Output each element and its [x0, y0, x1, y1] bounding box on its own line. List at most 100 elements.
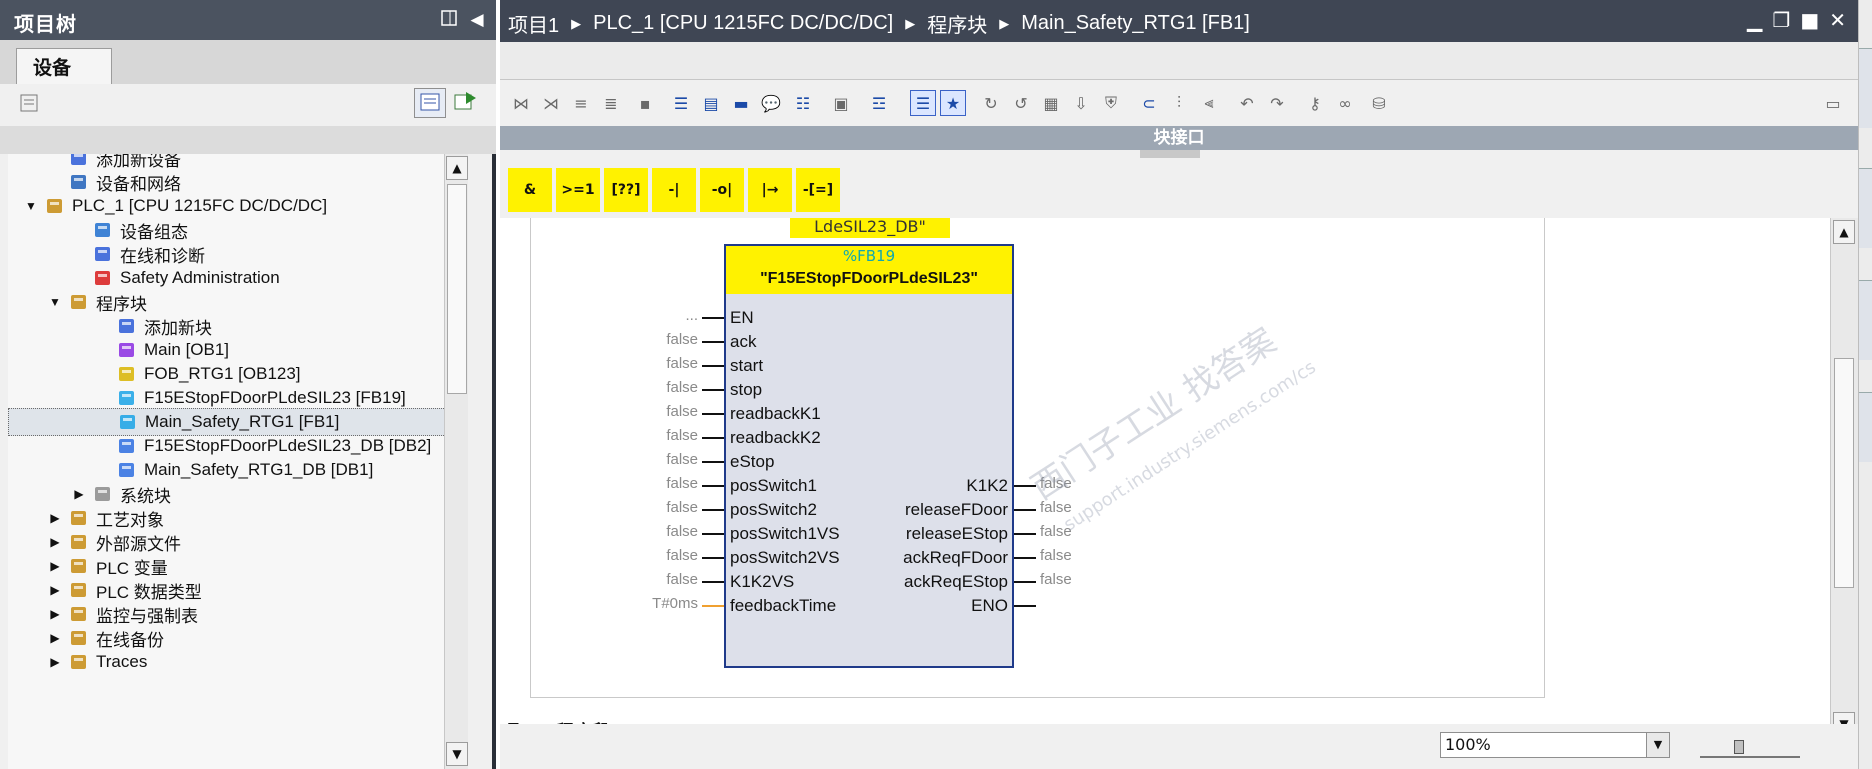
contact-button[interactable]: -|: [652, 168, 696, 212]
canvas-scroll-up[interactable]: ▲: [1833, 220, 1855, 244]
interface-splitter[interactable]: [1140, 150, 1200, 158]
close-network-icon[interactable]: ▬: [728, 90, 754, 116]
redo-icon[interactable]: ↷: [1264, 90, 1290, 116]
task-card-tab-tasks[interactable]: [1859, 280, 1872, 360]
tab-devices[interactable]: 设备: [16, 48, 112, 84]
input-value[interactable]: T#0ms: [608, 592, 698, 616]
collapsed-arrow-icon[interactable]: ▶: [48, 559, 62, 573]
database-icon[interactable]: ⛁: [1366, 90, 1392, 116]
expanded-arrow-icon[interactable]: ▼: [48, 295, 62, 309]
block-name[interactable]: "F15EStopFDoorPLdeSIL23": [726, 266, 1012, 292]
breadcrumb-item[interactable]: 项目1: [508, 9, 559, 38]
branch-button[interactable]: |→: [748, 168, 792, 212]
layout-icon[interactable]: ▭: [1820, 90, 1846, 116]
instance-db-name[interactable]: LdeSIL23_DB": [790, 218, 950, 238]
step-over-icon[interactable]: ⫷: [1196, 90, 1222, 116]
zoom-select[interactable]: 100% ▼: [1440, 732, 1670, 758]
negated-contact-button[interactable]: -o|: [700, 168, 744, 212]
output-wire: [1014, 509, 1036, 511]
input-value[interactable]: false: [608, 400, 698, 424]
or-box-button[interactable]: >=1: [556, 168, 600, 212]
input-pin: K1K2VS: [730, 572, 795, 591]
modify-icon[interactable]: ↺: [1008, 90, 1034, 116]
restore-icon[interactable]: ❐: [1772, 8, 1790, 32]
table-view-icon[interactable]: [414, 88, 446, 118]
and-box-button[interactable]: &: [508, 168, 552, 212]
absolute-operands-icon[interactable]: ☷: [790, 90, 816, 116]
insert-network-icon[interactable]: ⋈: [508, 90, 534, 116]
scroll-thumb[interactable]: [447, 184, 467, 394]
output-value[interactable]: false: [1040, 544, 1072, 568]
block-interface-bar[interactable]: 块接口: [500, 126, 1858, 150]
collapsed-arrow-icon[interactable]: ▶: [48, 511, 62, 525]
favorites-star-icon[interactable]: ★: [940, 90, 966, 116]
scroll-down-button[interactable]: ▼: [446, 742, 468, 766]
glasses-icon[interactable]: ∞: [1332, 90, 1358, 116]
scroll-up-button[interactable]: ▲: [446, 156, 468, 180]
tag-info-icon[interactable]: ▣: [828, 90, 854, 116]
input-value[interactable]: false: [608, 568, 698, 592]
insert-row-icon[interactable]: ≡: [568, 90, 594, 116]
open-network-icon[interactable]: ▤: [698, 90, 724, 116]
favorites-icon[interactable]: ☲: [866, 90, 892, 116]
display-favorites-icon[interactable]: ☰: [910, 90, 936, 116]
monitor-icon[interactable]: ↻: [978, 90, 1004, 116]
input-value[interactable]: false: [608, 448, 698, 472]
shield-download-icon[interactable]: ⛨: [1098, 90, 1124, 116]
input-value[interactable]: false: [608, 544, 698, 568]
delete-network-icon[interactable]: ⋊: [538, 90, 564, 116]
list-icon[interactable]: ☰: [668, 90, 694, 116]
collapsed-arrow-icon[interactable]: ▶: [48, 631, 62, 645]
maximize-icon[interactable]: ■: [1800, 8, 1819, 32]
output-value[interactable]: false: [1040, 568, 1072, 592]
output-wire: [1014, 605, 1036, 607]
function-block-box[interactable]: %FB19 "F15EStopFDoorPLdeSIL23" EN ack star…: [724, 244, 1014, 668]
zoom-slider[interactable]: [1700, 740, 1800, 758]
tree-scrollbar[interactable]: ▲ ▼: [444, 154, 468, 769]
input-value[interactable]: false: [608, 472, 698, 496]
close-icon[interactable]: ✕: [1829, 8, 1846, 32]
set-breakpoint-icon[interactable]: ⊂: [1136, 90, 1162, 116]
task-card-tab-instructions[interactable]: [1859, 48, 1872, 128]
minimize-icon[interactable]: ▁: [1747, 8, 1762, 32]
properties-icon[interactable]: [18, 92, 42, 118]
add-row-icon[interactable]: ≣: [598, 90, 624, 116]
comment-icon[interactable]: 💬: [758, 90, 784, 116]
split-view-icon[interactable]: [438, 9, 460, 31]
collapsed-arrow-icon[interactable]: ▶: [48, 655, 62, 669]
ladder-canvas[interactable]: LdeSIL23_DB" %FB19 "F15EStopFDoorPLdeSIL…: [500, 218, 1830, 724]
collapsed-arrow-icon[interactable]: ▶: [48, 535, 62, 549]
empty-box-button[interactable]: [??]: [604, 168, 648, 212]
task-card-tab-testing[interactable]: [1859, 168, 1872, 248]
step-icon[interactable]: ⫶: [1166, 90, 1192, 116]
compare-icon[interactable]: ▦: [1038, 90, 1064, 116]
download-icon[interactable]: ⇩: [1068, 90, 1094, 116]
input-value[interactable]: false: [608, 496, 698, 520]
breadcrumb-item[interactable]: PLC_1 [CPU 1215FC DC/DC/DC]: [593, 12, 893, 35]
input-value[interactable]: false: [608, 424, 698, 448]
breadcrumb-item[interactable]: 程序块: [927, 9, 987, 38]
expanded-arrow-icon[interactable]: ▼: [24, 199, 38, 213]
input-value[interactable]: false: [608, 352, 698, 376]
canvas-scrollbar[interactable]: ▲ ▼: [1830, 218, 1858, 742]
go-to-icon[interactable]: ▪: [632, 90, 658, 116]
breadcrumb-item[interactable]: Main_Safety_RTG1 [FB1]: [1021, 12, 1250, 35]
key-icon[interactable]: ⚷: [1302, 90, 1328, 116]
chevron-down-icon[interactable]: ▼: [1646, 732, 1670, 758]
input-value[interactable]: ...: [608, 304, 698, 328]
collapsed-arrow-icon[interactable]: ▶: [48, 583, 62, 597]
input-value[interactable]: false: [608, 328, 698, 352]
collapsed-arrow-icon[interactable]: ▶: [72, 487, 86, 501]
export-icon[interactable]: [450, 88, 482, 118]
undo-icon[interactable]: ↶: [1234, 90, 1260, 116]
collapsed-arrow-icon[interactable]: ▶: [48, 607, 62, 621]
assignment-button[interactable]: -[=]: [796, 168, 840, 212]
tree-item[interactable]: ▶ Traces: [8, 648, 468, 676]
ext-source-icon: [68, 532, 90, 552]
input-value[interactable]: false: [608, 520, 698, 544]
zoom-slider-knob[interactable]: [1734, 740, 1744, 754]
collapse-panel-icon[interactable]: ◀: [466, 9, 488, 31]
input-value[interactable]: false: [608, 376, 698, 400]
task-card-tab-libraries[interactable]: [1859, 392, 1872, 462]
canvas-scroll-thumb[interactable]: [1834, 358, 1854, 588]
